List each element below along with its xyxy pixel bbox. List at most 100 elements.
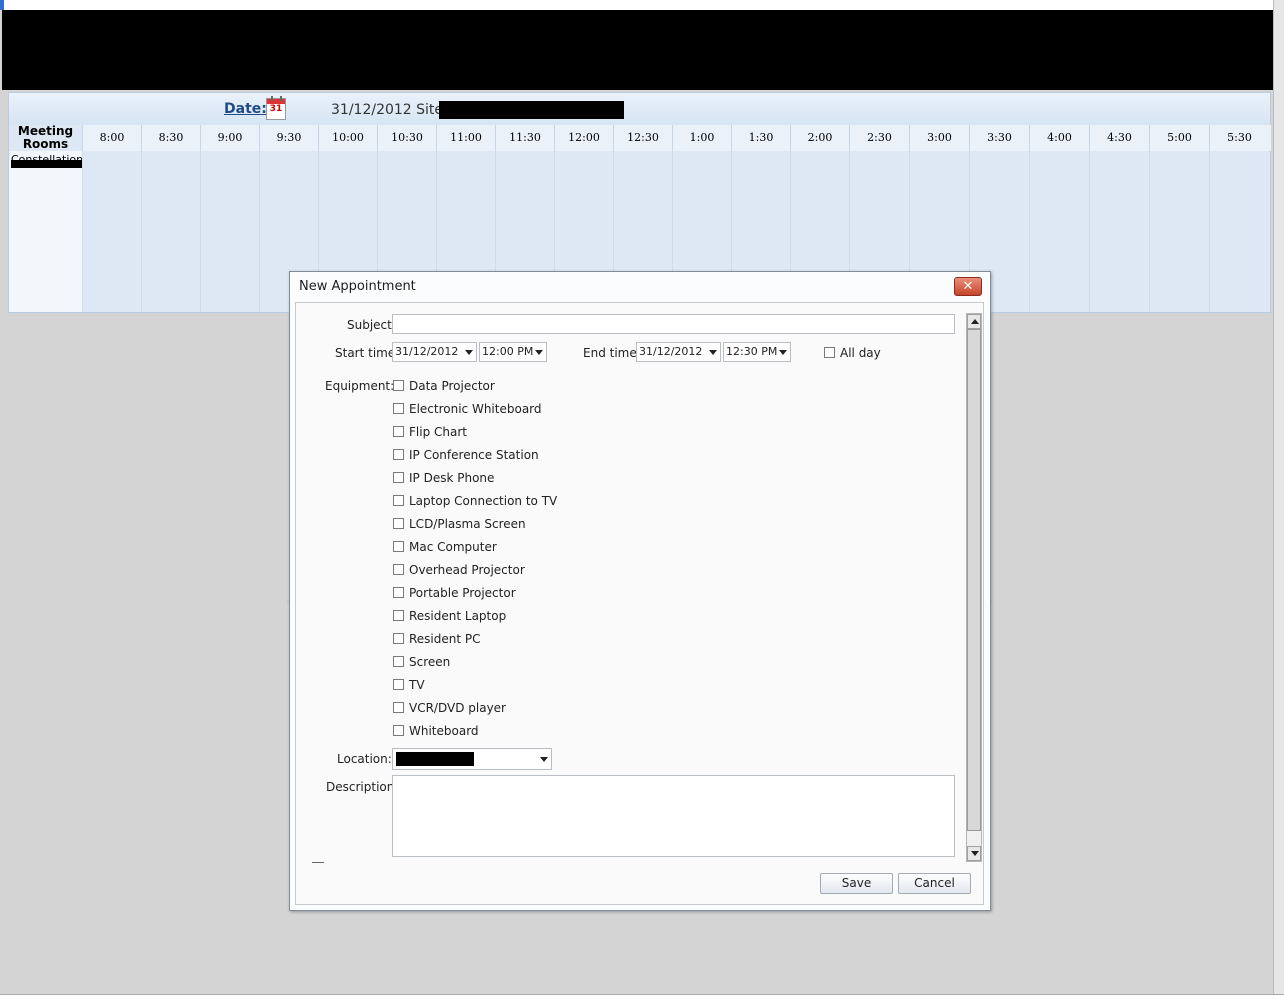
time-slot-header: 1:30: [731, 125, 790, 151]
equipment-checkbox[interactable]: [393, 426, 404, 437]
time-slot-cell[interactable]: [141, 151, 200, 312]
equipment-checkbox[interactable]: [393, 587, 404, 598]
equipment-checkbox[interactable]: [393, 564, 404, 575]
end-date-picker[interactable]: 31/12/2012: [636, 342, 721, 362]
time-slot-header: 8:30: [141, 125, 200, 151]
cancel-button[interactable]: Cancel: [898, 873, 971, 894]
calendar-icon-day: 31: [269, 104, 283, 114]
equipment-checkbox[interactable]: [393, 656, 404, 667]
equipment-label: Equipment:: [325, 379, 395, 393]
description-textarea[interactable]: [392, 775, 955, 857]
start-date-picker[interactable]: 31/12/2012: [392, 342, 477, 362]
scroll-up-button[interactable]: [967, 314, 981, 329]
chevron-down-icon: [535, 350, 543, 355]
equipment-checkbox[interactable]: [393, 610, 404, 621]
rooms-column: [9, 151, 83, 312]
start-time-label: Start time: [335, 346, 396, 360]
redacted-room-label: [11, 160, 89, 168]
time-slot-header: 10:00: [318, 125, 377, 151]
equipment-checkbox[interactable]: [393, 725, 404, 736]
equipment-option-label: Portable Projector: [409, 586, 516, 600]
time-slot-header: 12:30: [613, 125, 672, 151]
subject-input[interactable]: [392, 314, 955, 334]
equipment-checkbox[interactable]: [393, 380, 404, 391]
equipment-option-label: Laptop Connection to TV: [409, 494, 558, 508]
equipment-checkbox[interactable]: [393, 541, 404, 552]
time-slot-header: 2:00: [790, 125, 849, 151]
equipment-checkbox[interactable]: [393, 679, 404, 690]
equipment-option-label: Resident PC: [409, 632, 481, 646]
equipment-option-label: VCR/DVD player: [409, 701, 506, 715]
date-bar: Date: 31 31/12/2012 Site:: [9, 93, 1270, 125]
subject-label: Subject: [347, 318, 392, 332]
dialog-title: New Appointment: [299, 279, 416, 294]
time-slot-header: 11:00: [436, 125, 495, 151]
scroll-thumb[interactable]: [967, 329, 981, 831]
equipment-checkbox[interactable]: [393, 403, 404, 414]
location-select[interactable]: [392, 748, 552, 770]
time-slot-header: 8:00: [82, 125, 141, 151]
current-date-value: 31/12/2012 Site:: [331, 102, 448, 118]
time-slot-cell[interactable]: [1089, 151, 1149, 312]
start-date-value: 31/12/2012: [395, 345, 459, 358]
browser-scrollbar[interactable]: [1273, 0, 1284, 998]
end-time-value: 12:30 PM: [726, 345, 778, 358]
time-slot-cell[interactable]: [82, 151, 141, 312]
calendar-icon[interactable]: 31: [266, 96, 286, 120]
description-label: Description: [326, 780, 395, 794]
equipment-checkbox[interactable]: [393, 472, 404, 483]
resize-handle: [312, 862, 324, 863]
equipment-option-label: Data Projector: [409, 379, 495, 393]
meeting-rooms-header: Meeting Rooms: [17, 124, 74, 151]
chevron-down-icon: [709, 350, 717, 355]
start-time-select[interactable]: 12:00 PM: [479, 342, 547, 362]
scroll-down-button[interactable]: [967, 846, 981, 861]
equipment-checkbox[interactable]: [393, 702, 404, 713]
save-button[interactable]: Save: [820, 873, 893, 894]
equipment-option-label: LCD/Plasma Screen: [409, 517, 526, 531]
time-slot-header: 4:00: [1029, 125, 1089, 151]
equipment-option-label: Whiteboard: [409, 724, 479, 738]
equipment-option-label: Overhead Projector: [409, 563, 525, 577]
redacted-site-name: [439, 101, 624, 119]
window-top-strip: [0, 0, 1284, 10]
time-slot-cell[interactable]: [1149, 151, 1209, 312]
equipment-checkbox[interactable]: [393, 449, 404, 460]
equipment-option-label: Mac Computer: [409, 540, 497, 554]
time-slot-header: 3:00: [909, 125, 969, 151]
chevron-down-icon: [540, 757, 548, 762]
all-day-label: All day: [840, 346, 881, 360]
time-slot-header: 9:00: [200, 125, 259, 151]
equipment-option-label: Electronic Whiteboard: [409, 402, 542, 416]
equipment-option-label: IP Desk Phone: [409, 471, 495, 485]
time-slot-cell[interactable]: [1029, 151, 1089, 312]
time-slot-header: 5:00: [1149, 125, 1209, 151]
time-slot-header: 3:30: [969, 125, 1029, 151]
equipment-option-label: Resident Laptop: [409, 609, 507, 623]
time-slot-header: 12:00: [554, 125, 613, 151]
chevron-down-icon: [779, 350, 787, 355]
time-slot-header: 10:30: [377, 125, 436, 151]
equipment-checkbox[interactable]: [393, 518, 404, 529]
time-slot-header: 1:00: [672, 125, 731, 151]
equipment-option-label: Screen: [409, 655, 451, 669]
time-slot-header: 2:30: [849, 125, 909, 151]
date-link[interactable]: Date:: [224, 101, 267, 117]
redacted-header-banner: [2, 10, 1273, 90]
end-time-select[interactable]: 12:30 PM: [723, 342, 791, 362]
redacted-location: [396, 752, 474, 766]
time-slot-header: 9:30: [259, 125, 318, 151]
time-slot-header: 5:30: [1209, 125, 1269, 151]
time-slot-header: 4:30: [1089, 125, 1149, 151]
start-time-value: 12:00 PM: [482, 345, 534, 358]
time-slot-cell[interactable]: [1209, 151, 1269, 312]
equipment-checkbox[interactable]: [393, 495, 404, 506]
close-button[interactable]: ✕: [954, 277, 982, 296]
end-time-label: End time: [583, 346, 637, 360]
end-date-value: 31/12/2012: [639, 345, 703, 358]
dialog-scrollbar[interactable]: [966, 313, 982, 862]
time-slot-cell[interactable]: [200, 151, 259, 312]
all-day-checkbox[interactable]: [824, 347, 835, 358]
equipment-checkbox[interactable]: [393, 633, 404, 644]
location-label: Location:: [337, 752, 392, 766]
